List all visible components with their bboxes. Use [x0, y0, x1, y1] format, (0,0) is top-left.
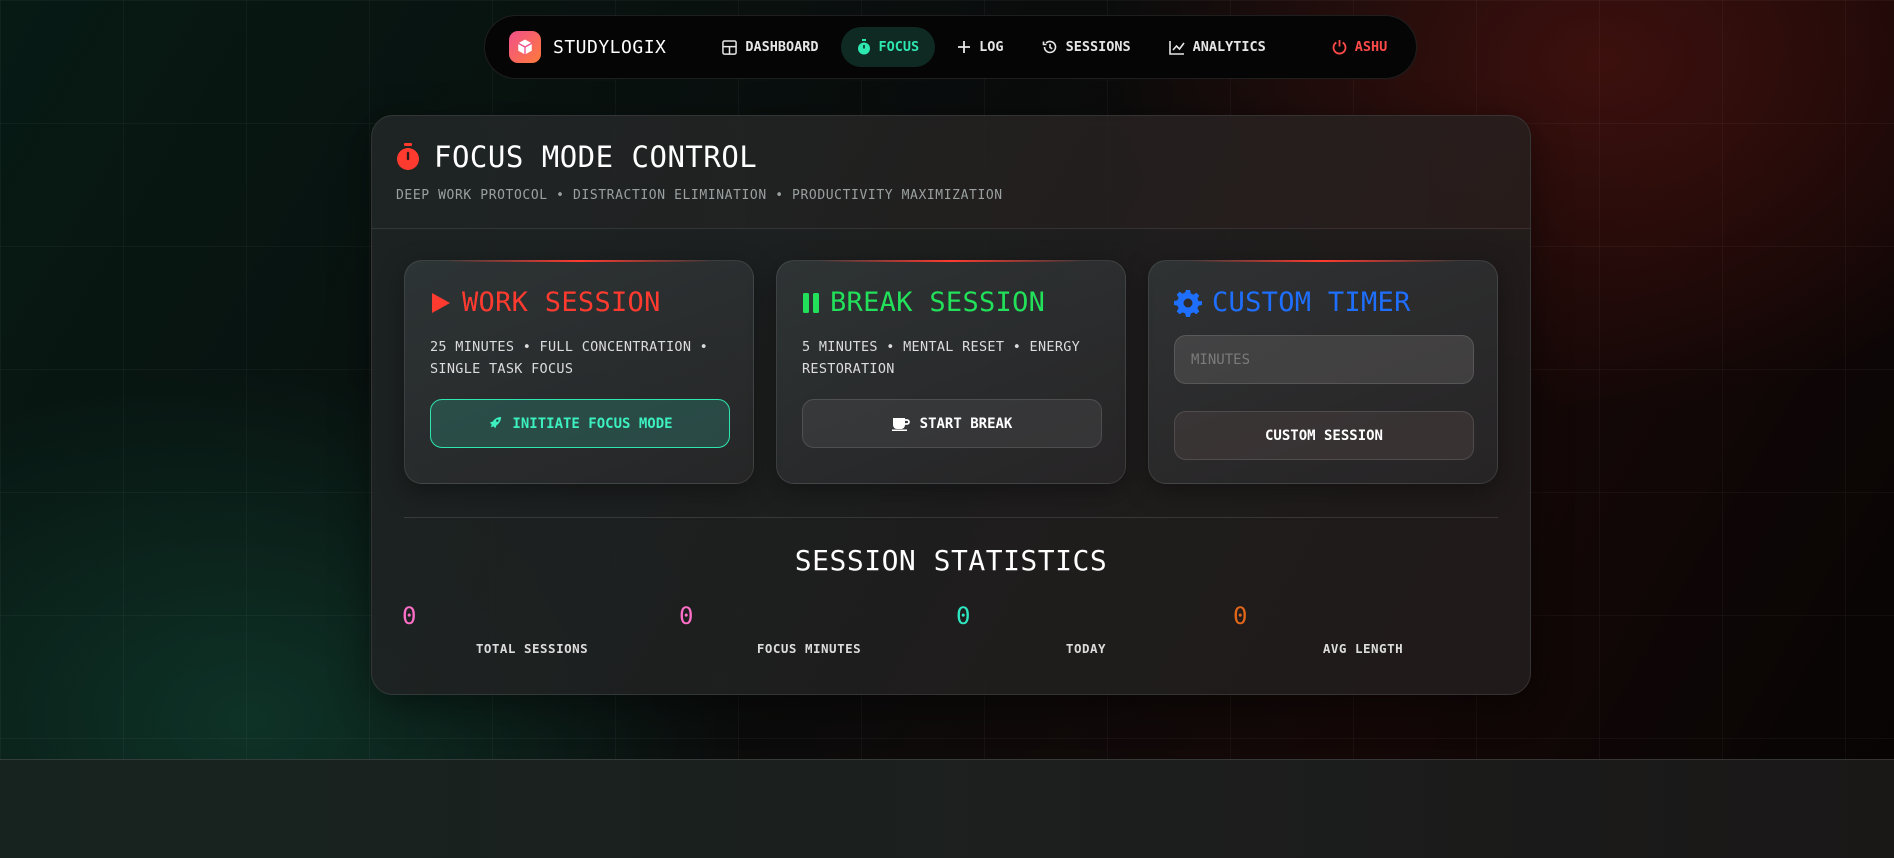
- start-break-label: START BREAK: [919, 415, 1013, 432]
- stat-total-sessions-label: TOTAL SESSIONS: [475, 641, 589, 656]
- stat-avg-length-label: AVG LENGTH: [1322, 641, 1404, 656]
- stopwatch-icon: [857, 39, 870, 55]
- brand-name: STUDYLOGIX: [553, 36, 667, 58]
- stat-today-label: TODAY: [1065, 641, 1107, 656]
- break-session-card: BREAK SESSION 5 MINUTES • MENTAL RESET •…: [776, 260, 1126, 484]
- history-icon: [1042, 40, 1056, 54]
- stat-focus-minutes-value: 0: [679, 602, 694, 630]
- section-divider: [404, 517, 1498, 518]
- nav-label-log: LOG: [979, 39, 1004, 55]
- custom-timer-title: CUSTOM TIMER: [1212, 287, 1411, 318]
- nav-item-log[interactable]: LOG: [941, 27, 1019, 67]
- break-session-description: 5 MINUTES • MENTAL RESET • ENERGY RESTOR…: [802, 339, 1081, 377]
- rocket-icon: [490, 416, 502, 429]
- nav-label-focus: FOCUS: [878, 39, 920, 55]
- stat-focus-minutes: 0 FOCUS MINUTES: [679, 601, 939, 656]
- brand[interactable]: STUDYLOGIX: [509, 31, 666, 63]
- cube-logo-icon: [509, 31, 541, 63]
- focus-panel: FOCUS MODE CONTROL DEEP WORK PROTOCOL • …: [371, 115, 1531, 695]
- stopwatch-icon: [397, 143, 419, 170]
- top-nav: STUDYLOGIX DASHBOARD FOCUS LOG SESSIONS …: [484, 15, 1417, 79]
- work-session-card: WORK SESSION 25 MINUTES • FULL CONCENTRA…: [404, 260, 754, 484]
- line-chart-icon: [1168, 40, 1185, 55]
- nav-item-sessions[interactable]: SESSIONS: [1026, 27, 1147, 67]
- play-icon: [432, 292, 450, 313]
- initiate-focus-button[interactable]: INITIATE FOCUS MODE: [430, 399, 730, 448]
- custom-timer-title-row: CUSTOM TIMER: [1174, 287, 1472, 318]
- nav-item-focus[interactable]: FOCUS: [840, 27, 936, 67]
- gear-icon: [1174, 289, 1202, 317]
- custom-session-label: CUSTOM SESSION: [1264, 427, 1383, 444]
- stat-total-sessions: 0 TOTAL SESSIONS: [402, 601, 662, 656]
- stats-title: SESSION STATISTICS: [794, 544, 1108, 577]
- coffee-cup-icon: [891, 417, 910, 431]
- page-title: FOCUS MODE CONTROL: [434, 140, 758, 174]
- minutes-input[interactable]: [1174, 335, 1474, 384]
- break-session-title: BREAK SESSION: [830, 287, 1046, 318]
- nav-user-logout[interactable]: ASHU: [1316, 27, 1404, 67]
- panel-header: FOCUS MODE CONTROL DEEP WORK PROTOCOL • …: [372, 116, 1530, 229]
- stat-total-sessions-value: 0: [402, 602, 417, 630]
- power-icon: [1332, 40, 1347, 55]
- pause-icon: [803, 292, 819, 313]
- stat-today: 0 TODAY: [956, 601, 1216, 656]
- page-subtitle: DEEP WORK PROTOCOL • DISTRACTION ELIMINA…: [396, 188, 1003, 203]
- nav-label-sessions: SESSIONS: [1065, 39, 1131, 55]
- nav-item-analytics[interactable]: ANALYTICS: [1153, 27, 1282, 67]
- initiate-focus-label: INITIATE FOCUS MODE: [512, 415, 673, 432]
- work-session-title: WORK SESSION: [462, 287, 661, 318]
- dashboard-grid-icon: [722, 39, 738, 55]
- nav-label-analytics: ANALYTICS: [1192, 39, 1266, 55]
- start-break-button[interactable]: START BREAK: [802, 399, 1102, 448]
- stat-focus-minutes-label: FOCUS MINUTES: [756, 641, 862, 656]
- work-session-description: 25 MINUTES • FULL CONCENTRATION • SINGLE…: [430, 339, 709, 377]
- nav-label-dashboard: DASHBOARD: [745, 39, 819, 55]
- footer-band: [0, 759, 1894, 858]
- session-cards: WORK SESSION 25 MINUTES • FULL CONCENTRA…: [404, 260, 1498, 484]
- stat-avg-length: 0 AVG LENGTH: [1233, 601, 1493, 656]
- stat-today-value: 0: [956, 602, 971, 630]
- custom-timer-card: CUSTOM TIMER CUSTOM SESSION: [1148, 260, 1498, 484]
- stat-avg-length-value: 0: [1233, 602, 1248, 630]
- nav-item-dashboard[interactable]: DASHBOARD: [706, 27, 834, 67]
- break-session-title-row: BREAK SESSION: [802, 287, 1100, 318]
- custom-session-button[interactable]: CUSTOM SESSION: [1174, 411, 1474, 460]
- work-session-title-row: WORK SESSION: [430, 287, 728, 318]
- panel-title-row: FOCUS MODE CONTROL: [396, 140, 1506, 174]
- plus-icon: [958, 41, 971, 53]
- user-name: ASHU: [1354, 39, 1388, 55]
